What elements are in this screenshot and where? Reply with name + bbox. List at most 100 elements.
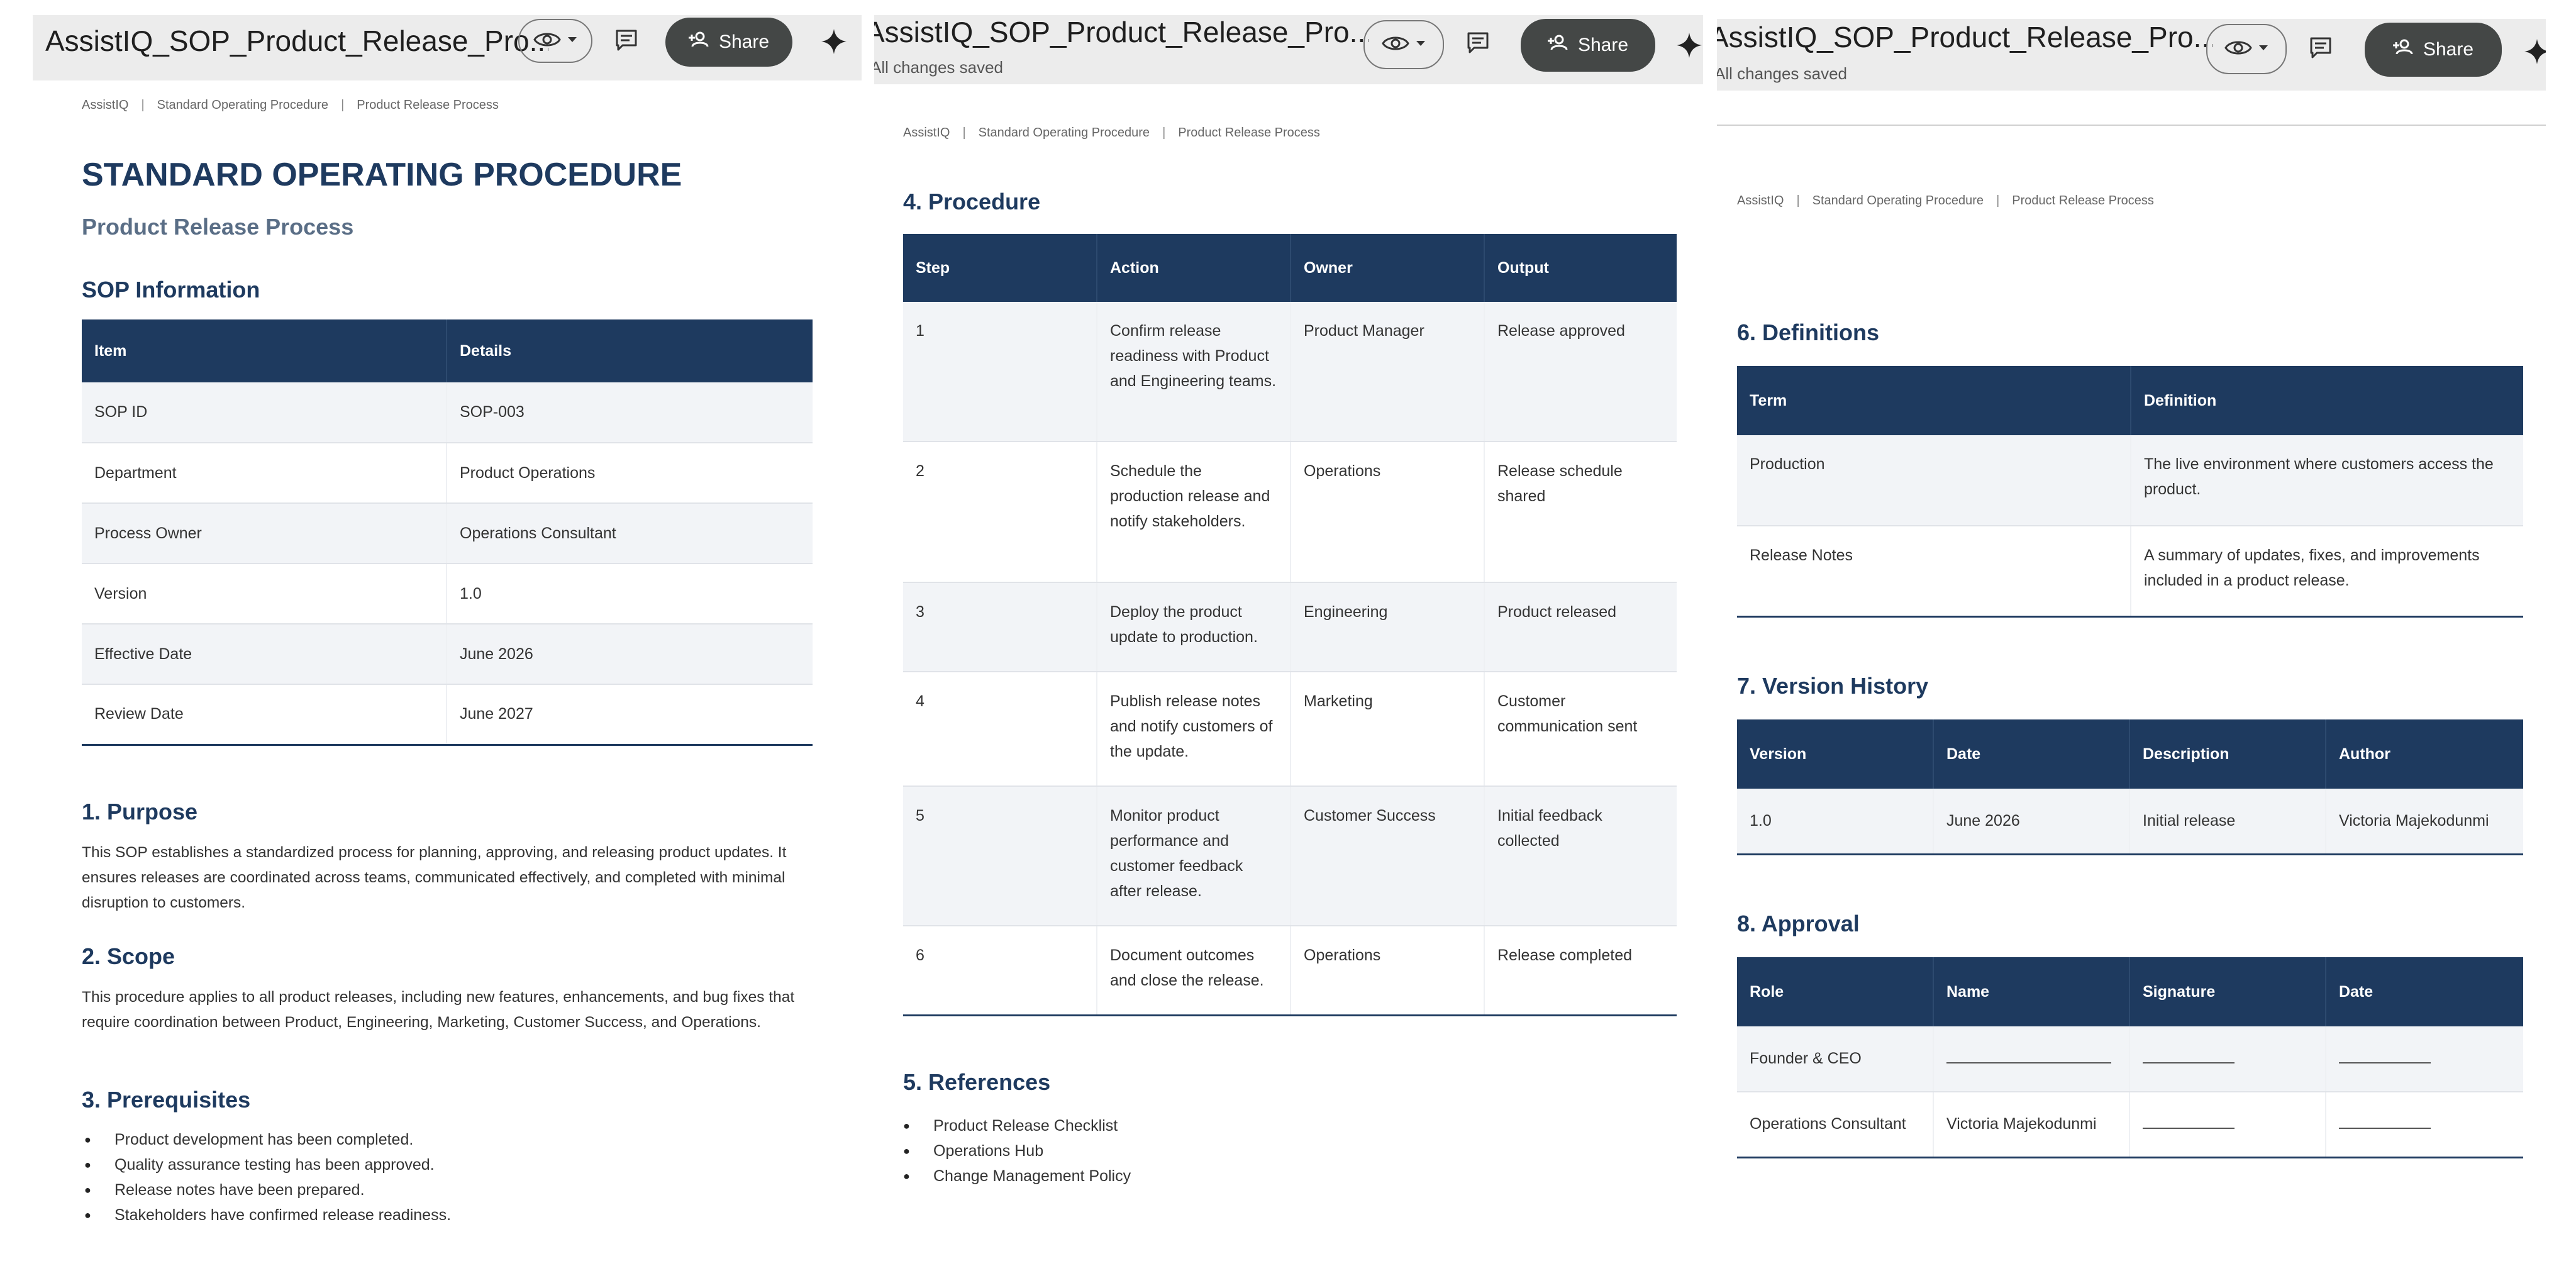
gemini-button[interactable] (2519, 35, 2546, 70)
table-cell: Operations (1291, 926, 1485, 1016)
table-cell: 1.0 (1737, 789, 1934, 855)
table-row: Founder & CEO (1737, 1026, 2523, 1092)
document-view-page-3: AssistIQ_SOP_Product_Release_Pro... All … (1717, 0, 2546, 1288)
breadcrumb-item: Product Release Process (357, 98, 499, 112)
comment-icon (614, 28, 639, 56)
table-row: Effective Date June 2026 (82, 624, 813, 685)
comment-icon (1465, 30, 1491, 58)
table-cell: Operations (1291, 441, 1485, 583)
table-cell: Victoria Majekodunmi (2326, 789, 2523, 855)
add-person-icon (688, 31, 710, 53)
column-header: Item (82, 319, 447, 382)
date-line (2326, 1026, 2523, 1092)
eye-icon (2224, 38, 2253, 60)
approval-heading: 8. Approval (1737, 911, 1860, 936)
list-item: Quality assurance testing has been appro… (84, 1152, 808, 1177)
gemini-sparkle-icon (1675, 31, 1703, 62)
definitions-heading: 6. Definitions (1737, 319, 1880, 345)
breadcrumb: AssistIQ | Standard Operating Procedure | Pr… (903, 126, 1320, 140)
chevron-down-icon (1415, 39, 1426, 50)
add-person-icon (1547, 35, 1569, 56)
procedure-table: Step Action Owner Output 1 Confirm releas… (903, 234, 1677, 1016)
blank-line (2339, 1062, 2431, 1063)
share-button[interactable]: Share (2365, 23, 2502, 77)
table-cell: Release schedule shared (1484, 441, 1677, 583)
docs-toolbar: AssistIQ_SOP_Product_Release_Pro... All … (874, 15, 1703, 84)
table-cell: Release completed (1484, 926, 1677, 1016)
document-title[interactable]: AssistIQ_SOP_Product_Release_Pro... (874, 15, 1368, 49)
list-item: Operations Hub (903, 1138, 1626, 1163)
table-row: Operations Consultant Victoria Majekodun… (1737, 1092, 2523, 1158)
table-cell: Victoria Majekodunmi (1933, 1092, 2130, 1158)
table-cell: Publish release notes and notify custome… (1097, 672, 1291, 787)
view-mode-button[interactable] (1363, 20, 1444, 69)
signature-line (2129, 1026, 2326, 1092)
column-header: Date (2326, 957, 2523, 1026)
column-header: Step (903, 234, 1097, 302)
eye-icon (1381, 34, 1410, 56)
table-row: Version 1.0 (82, 564, 813, 625)
column-header: Description (2129, 719, 2326, 789)
table-row: 1.0 June 2026 Initial release Victoria Maje… (1737, 789, 2523, 855)
list-item: Product development has been completed. (84, 1127, 808, 1152)
table-header-row: Role Name Signature Date (1737, 957, 2523, 1026)
comments-button[interactable] (2303, 31, 2338, 67)
table-row: Release Notes A summary of updates, fixes… (1737, 526, 2523, 618)
comment-icon (2308, 35, 2333, 64)
table-header-row: Version Date Description Author (1737, 719, 2523, 789)
blank-line (1946, 1062, 2111, 1063)
share-button[interactable]: Share (1521, 19, 1655, 72)
list-item: Stakeholders have confirmed release read… (84, 1202, 808, 1228)
purpose-text: This SOP establishes a standardized proc… (82, 844, 787, 911)
save-status: All changes saved (874, 58, 1004, 77)
sop-information-table: Item Details SOP ID SOP-003 Department Pro… (82, 319, 813, 746)
table-cell: June 2026 (1933, 789, 2130, 855)
save-status: All changes saved (1717, 64, 1848, 83)
breadcrumb-item: Standard Operating Procedure (978, 126, 1150, 140)
document-title[interactable]: AssistIQ_SOP_Product_Release_Pro... (1717, 20, 2212, 54)
document-title[interactable]: AssistIQ_SOP_Product_Release_Pro... (45, 24, 548, 58)
gemini-button[interactable] (816, 25, 852, 60)
page-subtitle: Product Release Process (82, 214, 354, 240)
table-cell: 4 (903, 672, 1097, 787)
table-row: SOP ID SOP-003 (82, 382, 813, 443)
table-cell: Review Date (82, 684, 447, 746)
table-cell: 5 (903, 786, 1097, 926)
view-mode-button[interactable] (2206, 24, 2287, 74)
definitions-table: Term Definition Production The live envir… (1737, 366, 2523, 618)
column-header: Version (1737, 719, 1934, 789)
column-header: Signature (2129, 957, 2326, 1026)
sop-information-heading: SOP Information (82, 277, 260, 303)
table-cell: A summary of updates, fixes, and improve… (2131, 526, 2523, 618)
comments-button[interactable] (609, 24, 644, 59)
breadcrumb-item: Product Release Process (2012, 194, 2154, 208)
table-cell: Operations Consultant (447, 503, 813, 564)
name-signature-line (1933, 1026, 2130, 1092)
table-cell: Engineering (1291, 582, 1485, 672)
column-header: Details (447, 319, 813, 382)
table-cell: Release approved (1484, 302, 1677, 442)
approval-table: Role Name Signature Date Founder & CEO O… (1737, 957, 2523, 1158)
share-button[interactable]: Share (665, 18, 792, 67)
column-header: Term (1737, 366, 2131, 435)
table-cell: 1.0 (447, 564, 813, 625)
table-header-row: Item Details (82, 319, 813, 382)
table-cell: Monitor product performance and customer… (1097, 786, 1291, 926)
version-history-heading: 7. Version History (1737, 673, 1929, 699)
column-header: Role (1737, 957, 1934, 1026)
share-label: Share (1577, 35, 1629, 55)
table-header-row: Step Action Owner Output (903, 234, 1677, 302)
share-label: Share (718, 31, 770, 52)
view-mode-button[interactable] (518, 19, 592, 63)
breadcrumb-item: AssistIQ (903, 126, 950, 140)
breadcrumb-item: Product Release Process (1178, 126, 1320, 140)
gemini-button[interactable] (1672, 29, 1703, 64)
table-cell: Production (1737, 435, 2131, 526)
chevron-down-icon (567, 35, 578, 47)
list-item: Product Release Checklist (903, 1113, 1626, 1138)
table-cell: Version (82, 564, 447, 625)
breadcrumb-item: Standard Operating Procedure (157, 98, 329, 112)
comments-button[interactable] (1460, 26, 1496, 62)
table-cell: Schedule the production release and noti… (1097, 441, 1291, 583)
table-row: 3 Deploy the product update to production… (903, 582, 1677, 672)
